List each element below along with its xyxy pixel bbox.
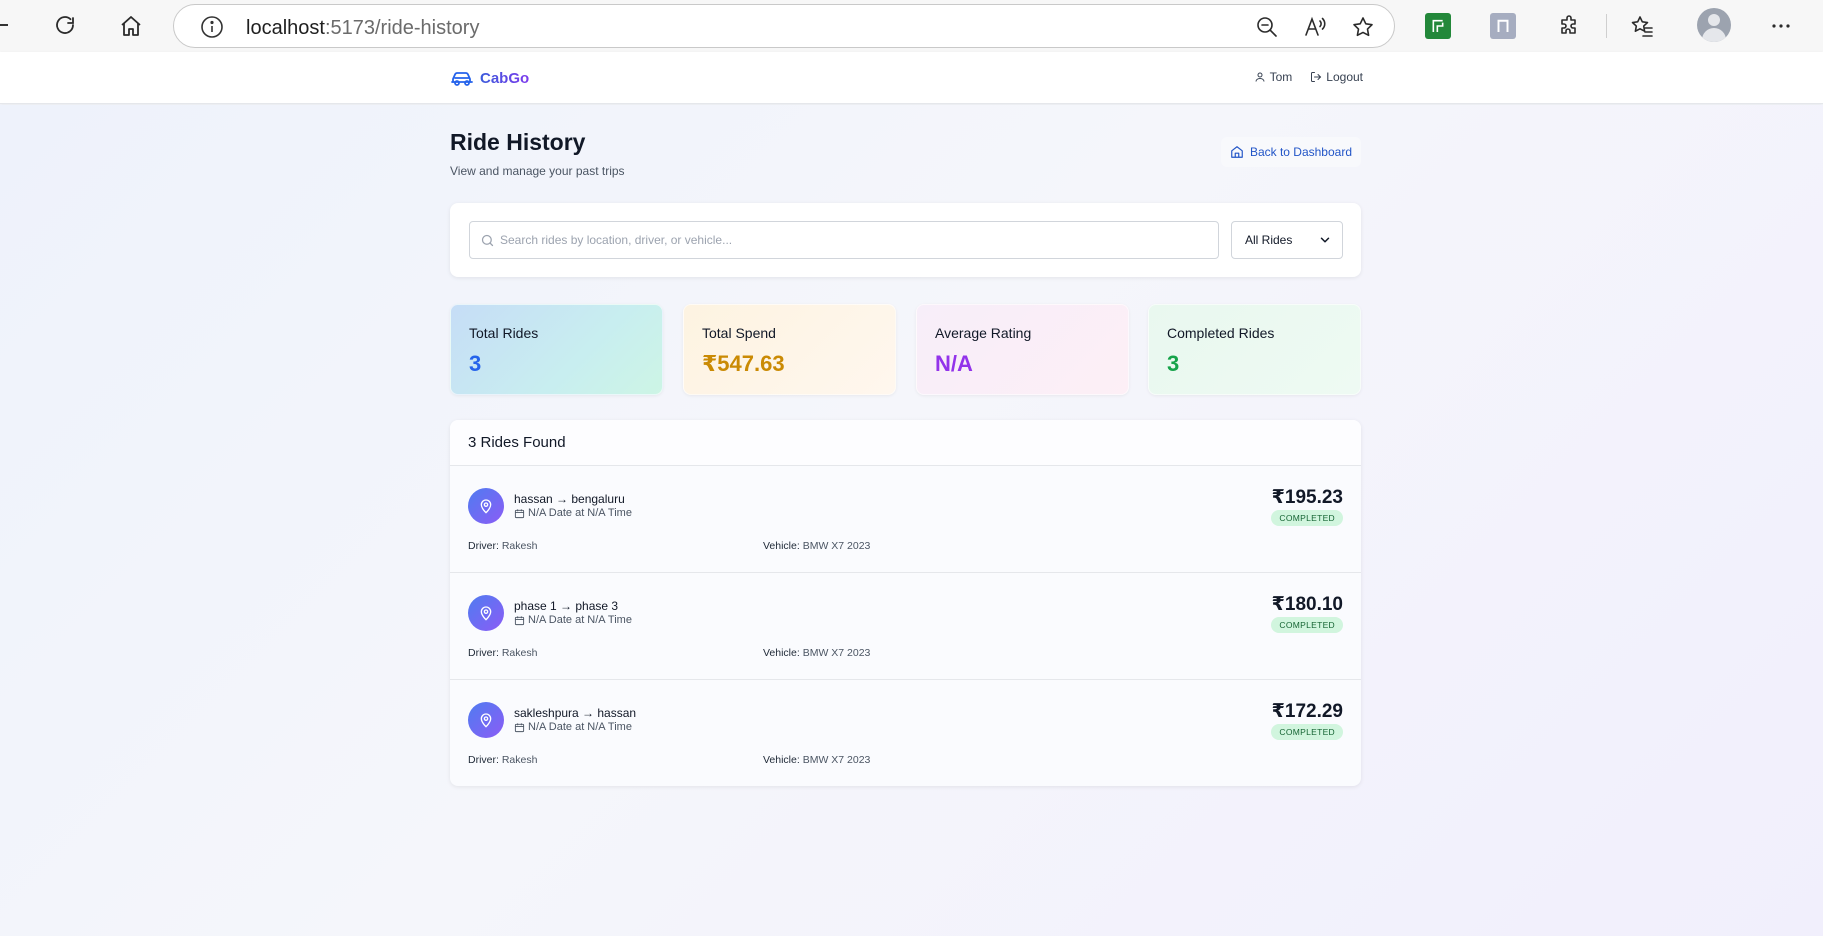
logout-label: Logout <box>1326 70 1363 84</box>
address-bar[interactable]: localhost:5173/ride-history <box>173 4 1395 48</box>
page-title: Ride History <box>450 129 586 155</box>
ride-price: ₹172.29 <box>1271 701 1343 722</box>
search-input[interactable] <box>500 222 1210 258</box>
calendar-icon <box>514 508 525 518</box>
url-path: :5173/ride-history <box>324 17 480 39</box>
driver-label: Driver: <box>468 540 499 552</box>
car-icon <box>451 72 473 86</box>
ride-route: phase 1 → phase 3 <box>514 599 619 613</box>
stat-card-average-rating: Average Rating N/A <box>916 304 1129 395</box>
url-host: localhost <box>246 17 325 39</box>
read-aloud-icon[interactable] <box>1302 14 1328 40</box>
back-arrow-icon[interactable] <box>0 24 8 26</box>
extension-n-icon[interactable] <box>1490 13 1516 39</box>
ride-datetime-text: N/A Date at N/A Time <box>528 721 632 733</box>
stat-card-total-rides: Total Rides 3 <box>450 304 663 395</box>
extensions-puzzle-icon[interactable] <box>1552 8 1588 44</box>
app-header: CabGo Tom Logout <box>0 52 1823 104</box>
url-text[interactable]: localhost:5173/ride-history <box>246 17 479 40</box>
calendar-icon <box>514 615 525 625</box>
status-badge: COMPLETED <box>1271 510 1343 526</box>
stat-label: Total Rides <box>469 325 539 341</box>
home-icon[interactable] <box>113 8 149 44</box>
ride-row[interactable]: phase 1 → phase 3 N/A Date at N/A Time D… <box>450 573 1361 680</box>
stat-label: Completed Rides <box>1167 325 1275 341</box>
ride-vehicle: Vehicle: BMW X7 2023 <box>763 754 870 766</box>
map-pin-icon <box>468 702 504 738</box>
ride-driver: Driver: Rakesh <box>468 754 537 766</box>
stat-value: 3 <box>1167 351 1180 376</box>
back-to-dashboard-button[interactable]: Back to Dashboard <box>1220 137 1361 167</box>
ride-datetime-text: N/A Date at N/A Time <box>528 507 632 519</box>
ride-filter-select[interactable]: All Rides <box>1231 221 1343 259</box>
browser-toolbar: localhost:5173/ride-history <box>0 0 1823 52</box>
stat-label: Total Spend <box>702 325 776 341</box>
stat-value: N/A <box>935 351 973 376</box>
page-subtitle: View and manage your past trips <box>450 164 625 178</box>
brand-name: CabGo <box>480 69 530 87</box>
ride-price: ₹180.10 <box>1271 594 1343 615</box>
ride-route: hassan → bengaluru <box>514 492 625 506</box>
stat-value: ₹547.63 <box>702 351 785 376</box>
ride-price: ₹195.23 <box>1271 487 1343 508</box>
favorites-list-icon[interactable] <box>1624 8 1660 44</box>
site-info-icon[interactable] <box>200 15 224 39</box>
status-badge: COMPLETED <box>1271 617 1343 633</box>
toolbar-divider <box>1606 14 1607 38</box>
ride-vehicle: Vehicle: BMW X7 2023 <box>763 540 870 552</box>
vehicle-name: BMW X7 2023 <box>802 540 871 552</box>
ride-route: sakleshpura → hassan <box>514 706 637 720</box>
stat-card-completed-rides: Completed Rides 3 <box>1148 304 1361 395</box>
user-menu[interactable]: Tom <box>1254 70 1293 84</box>
back-to-dashboard-label: Back to Dashboard <box>1249 145 1352 159</box>
ride-vehicle: Vehicle: BMW X7 2023 <box>763 647 870 659</box>
extension-green-icon[interactable] <box>1425 13 1451 39</box>
vehicle-label: Vehicle: <box>763 754 800 766</box>
ride-filter-value: All Rides <box>1245 233 1293 247</box>
stat-label: Average Rating <box>935 325 1032 341</box>
profile-avatar-icon[interactable] <box>1697 8 1731 42</box>
ride-driver: Driver: Rakesh <box>468 647 537 659</box>
driver-label: Driver: <box>468 647 499 659</box>
favorite-star-icon[interactable] <box>1350 14 1376 40</box>
user-icon <box>1255 72 1265 82</box>
logout-icon <box>1311 72 1322 82</box>
chevron-down-icon <box>1320 237 1330 243</box>
search-card: All Rides <box>450 203 1361 277</box>
driver-name: Rakesh <box>501 754 538 766</box>
vehicle-label: Vehicle: <box>763 540 800 552</box>
rides-list-card: 3 Rides Found hassan → bengaluru N/A Dat… <box>450 420 1361 786</box>
ride-row[interactable]: hassan → bengaluru N/A Date at N/A Time … <box>450 466 1361 573</box>
driver-name: Rakesh <box>501 540 538 552</box>
home-icon <box>1231 146 1243 158</box>
search-field <box>469 221 1219 259</box>
brand-logo[interactable]: CabGo <box>450 66 529 90</box>
map-pin-icon <box>468 595 504 631</box>
stat-card-total-spend: Total Spend ₹547.63 <box>683 304 896 395</box>
ride-datetime-text: N/A Date at N/A Time <box>528 614 632 626</box>
logout-button[interactable]: Logout <box>1310 70 1363 84</box>
ride-datetime: N/A Date at N/A Time <box>514 721 632 733</box>
calendar-icon <box>514 722 525 732</box>
vehicle-name: BMW X7 2023 <box>802 647 871 659</box>
more-options-icon[interactable] <box>1763 8 1799 44</box>
map-pin-icon <box>468 488 504 524</box>
vehicle-label: Vehicle: <box>763 647 800 659</box>
ride-datetime: N/A Date at N/A Time <box>514 614 632 626</box>
ride-row[interactable]: sakleshpura → hassan N/A Date at N/A Tim… <box>450 680 1361 786</box>
ride-driver: Driver: Rakesh <box>468 540 537 552</box>
vehicle-name: BMW X7 2023 <box>802 754 871 766</box>
user-name: Tom <box>1269 70 1293 84</box>
rides-list-header: 3 Rides Found <box>450 420 1361 466</box>
driver-label: Driver: <box>468 754 499 766</box>
search-icon <box>481 234 494 247</box>
reload-icon[interactable] <box>47 8 83 44</box>
driver-name: Rakesh <box>501 647 538 659</box>
rides-found-count: 3 Rides Found <box>468 434 566 451</box>
status-badge: COMPLETED <box>1271 724 1343 740</box>
zoom-out-icon[interactable] <box>1254 14 1280 40</box>
ride-datetime: N/A Date at N/A Time <box>514 507 632 519</box>
stat-value: 3 <box>469 351 482 376</box>
